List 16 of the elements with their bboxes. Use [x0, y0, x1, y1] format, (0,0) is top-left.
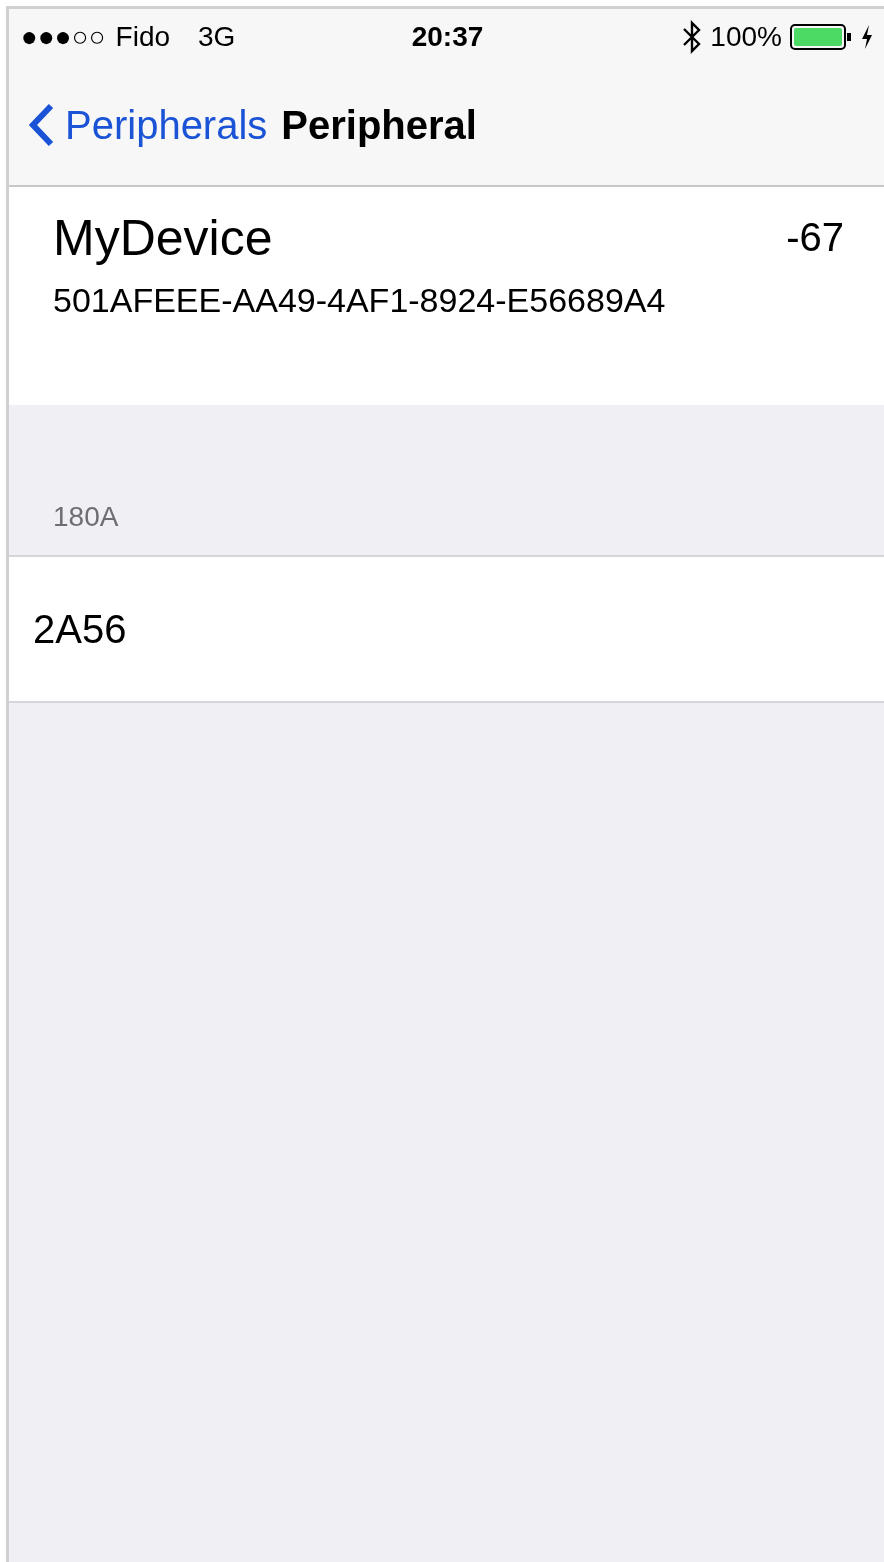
service-header: 180A	[53, 501, 119, 533]
characteristic-cell[interactable]: 2A56	[9, 557, 884, 703]
network-type: 3G	[198, 21, 236, 53]
device-name: MyDevice	[53, 209, 273, 267]
back-button[interactable]: Peripherals	[29, 102, 268, 148]
device-uuid: 501AFEEE-AA49-4AF1-8924-E56689A4	[53, 281, 667, 320]
battery-percent: 100%	[710, 21, 782, 53]
chevron-left-icon	[29, 103, 55, 147]
rssi-value: -67	[786, 214, 844, 261]
carrier-name: Fido	[115, 21, 171, 53]
charging-icon	[860, 24, 874, 50]
bluetooth-icon	[682, 20, 703, 54]
signal-strength: ●●●○○	[21, 21, 106, 53]
battery-icon	[790, 24, 852, 50]
page-title: Peripheral	[281, 102, 477, 148]
status-time: 20:37	[410, 21, 485, 53]
